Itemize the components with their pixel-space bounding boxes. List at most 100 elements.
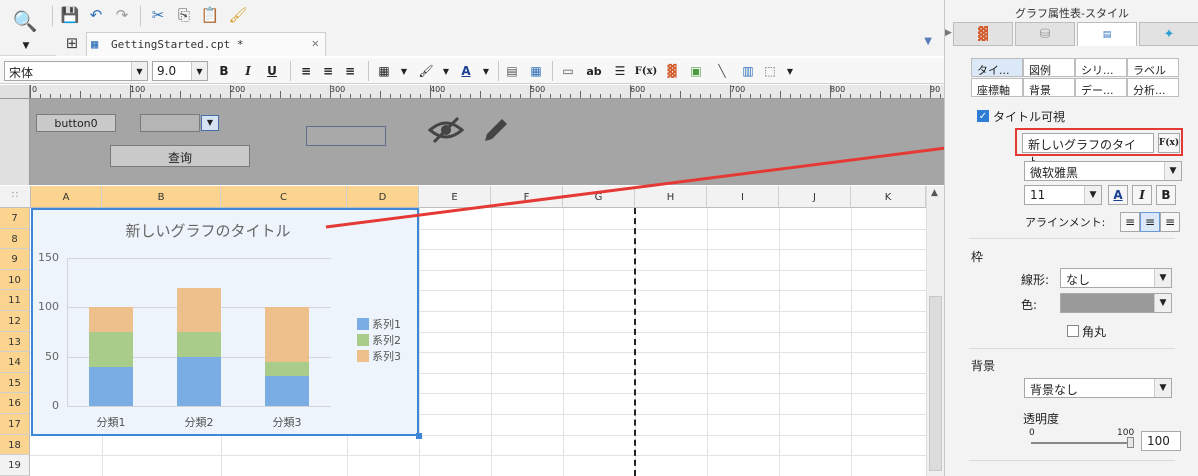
italic-button[interactable]: I bbox=[238, 61, 258, 81]
font-color-icon[interactable]: A bbox=[456, 61, 476, 81]
hide-eye-icon[interactable] bbox=[427, 115, 465, 145]
row-header[interactable]: 8 bbox=[0, 228, 30, 250]
preview-dropdown-icon[interactable]: ▼ bbox=[16, 36, 36, 56]
align-left-icon[interactable]: ≡ bbox=[296, 61, 316, 81]
redo-icon[interactable]: ↷ bbox=[112, 5, 132, 25]
tab-style[interactable]: ▤ bbox=[1077, 22, 1137, 46]
scrollbar-thumb[interactable] bbox=[929, 296, 942, 471]
column-header[interactable]: J bbox=[779, 186, 851, 208]
merge-cells-icon[interactable]: ▤ bbox=[502, 61, 522, 81]
subtab-label[interactable]: ラベル bbox=[1127, 58, 1179, 77]
select-all-corner[interactable]: ∷ bbox=[0, 186, 31, 208]
scroll-up-icon[interactable]: ▲ bbox=[931, 188, 938, 198]
column-header[interactable]: G bbox=[563, 186, 635, 208]
underline-button[interactable]: U bbox=[262, 61, 282, 81]
italic-button[interactable]: I bbox=[1132, 185, 1152, 205]
collapse-panel-icon[interactable]: ▶ bbox=[945, 28, 952, 40]
tab-list-icon[interactable]: ▼ bbox=[924, 36, 932, 47]
row-header[interactable]: 7 bbox=[0, 208, 30, 229]
column-header[interactable]: B bbox=[102, 186, 221, 208]
align-right-icon[interactable]: ≡ bbox=[340, 61, 360, 81]
column-header[interactable]: I bbox=[707, 186, 779, 208]
bold-button[interactable]: B bbox=[1156, 185, 1176, 205]
font-size-select[interactable]: 11 ▼ bbox=[1024, 185, 1102, 205]
row-header[interactable]: 18 bbox=[0, 434, 30, 456]
background-select[interactable]: 背景なし ▼ bbox=[1024, 378, 1172, 398]
chevron-down-icon[interactable]: ▼ bbox=[201, 115, 219, 131]
formula-icon[interactable]: F(x) bbox=[634, 61, 658, 81]
align-left-icon[interactable]: ≡ bbox=[1120, 212, 1140, 232]
font-name-select[interactable]: 宋体 ▼ bbox=[4, 61, 148, 81]
bold-button[interactable]: B bbox=[214, 61, 234, 81]
title-text-input[interactable]: 新しいグラフのタイト. bbox=[1022, 133, 1154, 169]
combo-widget[interactable] bbox=[140, 114, 200, 132]
font-family-select[interactable]: 微软雅黑 ▼ bbox=[1024, 161, 1182, 181]
table-grid-icon[interactable]: ▦ bbox=[526, 61, 546, 81]
chart-insert-icon[interactable]: ▓ bbox=[662, 61, 682, 81]
chart-widget[interactable]: 新しいグラフのタイトル 0 50 100 150 分類1 分類2 分類3 系列1 系列2 系列3 bbox=[31, 208, 422, 439]
chart-bar[interactable] bbox=[89, 366, 133, 406]
save-icon[interactable]: 💾 bbox=[60, 5, 80, 25]
cut-icon[interactable]: ✂ bbox=[148, 5, 168, 25]
fill-dropdown-icon[interactable]: ▼ bbox=[436, 61, 456, 81]
align-right-icon[interactable]: ≡ bbox=[1160, 212, 1180, 232]
align-center-icon[interactable]: ≡ bbox=[318, 61, 338, 81]
column-header[interactable]: A bbox=[31, 186, 102, 208]
line-type-select[interactable]: なし ▼ bbox=[1060, 268, 1172, 288]
font-color-button[interactable]: A bbox=[1108, 185, 1128, 205]
column-header[interactable]: C bbox=[221, 186, 347, 208]
subtab-background[interactable]: 背景 bbox=[1023, 78, 1075, 97]
title-visible-checkbox[interactable]: ✓ bbox=[977, 110, 989, 122]
chart-bar[interactable] bbox=[177, 332, 221, 357]
row-header[interactable]: 11 bbox=[0, 290, 30, 311]
border-dropdown-icon[interactable]: ▼ bbox=[394, 61, 414, 81]
tab-type[interactable]: ▓ bbox=[953, 22, 1013, 46]
textbox-icon[interactable]: ▭ bbox=[558, 61, 578, 81]
chart-bar[interactable] bbox=[265, 307, 309, 362]
font-color-dropdown-icon[interactable]: ▼ bbox=[476, 61, 496, 81]
row-header[interactable]: 13 bbox=[0, 331, 30, 353]
subtab-series[interactable]: シリ... bbox=[1075, 58, 1127, 77]
close-tab-icon[interactable]: ✕ bbox=[312, 36, 319, 50]
chart-bar[interactable] bbox=[89, 307, 133, 332]
row-header[interactable]: 16 bbox=[0, 393, 30, 414]
button0-widget[interactable]: button0 bbox=[36, 114, 116, 132]
fill-color-icon[interactable]: 🖌 bbox=[416, 61, 436, 81]
transparency-spinner[interactable]: 100 bbox=[1141, 431, 1181, 451]
column-header[interactable]: H bbox=[635, 186, 707, 208]
column-header[interactable]: K bbox=[851, 186, 926, 208]
row-header[interactable]: 19 bbox=[0, 455, 30, 476]
copy-icon[interactable]: ⎘ bbox=[174, 5, 194, 25]
label-widget[interactable] bbox=[306, 126, 386, 146]
border-icon[interactable]: ▦ bbox=[374, 61, 394, 81]
tab-data[interactable]: ⛁ bbox=[1015, 22, 1075, 46]
row-header[interactable]: 9 bbox=[0, 249, 30, 270]
row-header[interactable]: 17 bbox=[0, 414, 30, 435]
widget-icon[interactable]: ⬚ bbox=[760, 61, 780, 81]
edit-pencil-icon[interactable] bbox=[481, 115, 511, 145]
row-header[interactable]: 12 bbox=[0, 311, 30, 332]
column-header[interactable]: E bbox=[419, 186, 491, 208]
document-tab[interactable]: ▦ GettingStarted.cpt * ✕ bbox=[86, 32, 326, 56]
image-insert-icon[interactable]: ▣ bbox=[686, 61, 706, 81]
row-header[interactable]: 10 bbox=[0, 269, 30, 291]
row-header[interactable]: 14 bbox=[0, 352, 30, 373]
border-color-select[interactable]: ▼ bbox=[1060, 293, 1172, 313]
title-formula-button[interactable]: F(x) bbox=[1158, 133, 1180, 153]
font-size-select[interactable]: 9.0 ▼ bbox=[152, 61, 208, 81]
align-center-icon[interactable]: ≡ bbox=[1140, 212, 1160, 232]
rounded-corner-checkbox[interactable] bbox=[1067, 325, 1079, 337]
new-report-icon[interactable]: ⊞ bbox=[62, 33, 82, 53]
transparency-slider-thumb[interactable] bbox=[1127, 437, 1134, 448]
chart-bar[interactable] bbox=[177, 287, 221, 332]
column-header[interactable]: D bbox=[347, 186, 419, 208]
paste-icon[interactable]: 📋 bbox=[200, 5, 220, 25]
vertical-scrollbar[interactable]: ▲ bbox=[926, 186, 944, 476]
slash-icon[interactable]: ╲ bbox=[712, 61, 732, 81]
query-button[interactable]: 查询 bbox=[110, 145, 250, 167]
richtext-icon[interactable]: ☰ bbox=[610, 61, 630, 81]
subtab-analysis[interactable]: 分析... bbox=[1127, 78, 1179, 97]
undo-icon[interactable]: ↶ bbox=[86, 5, 106, 25]
column-header[interactable]: F bbox=[491, 186, 563, 208]
widget-dropdown-icon[interactable]: ▼ bbox=[780, 61, 800, 81]
